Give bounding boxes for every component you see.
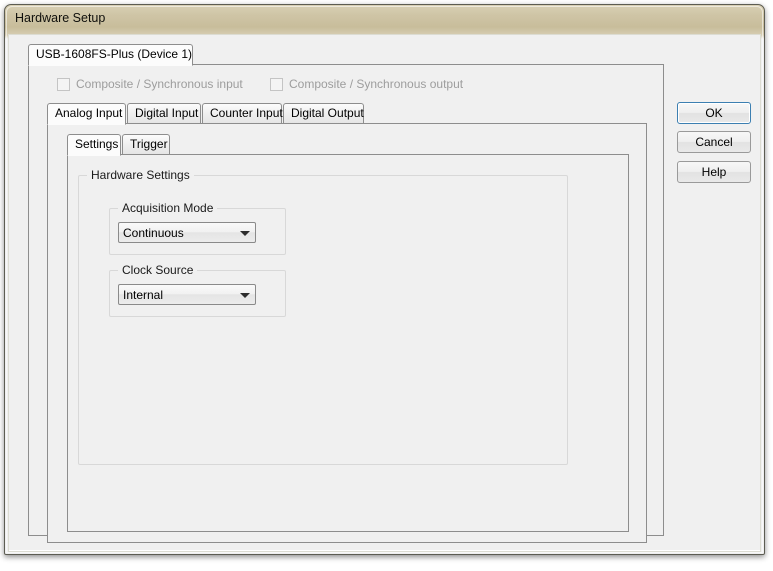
groupbox-hardware-settings: Hardware Settings Acquisition Mode Conti… (78, 168, 568, 465)
combo-value: Internal (123, 288, 164, 302)
checkbox-box-icon (270, 78, 283, 91)
combo-acquisition-mode[interactable]: Continuous (118, 222, 256, 243)
groupbox-title: Hardware Settings (87, 168, 194, 182)
checkbox-box-icon (57, 78, 70, 91)
dialog-client-area: USB-1608FS-Plus (Device 1) Composite / S… (8, 34, 761, 552)
groupbox-clock-source: Clock Source Internal (109, 263, 286, 317)
tab-counter-input[interactable]: Counter Input (202, 103, 283, 124)
checkbox-label: Composite / Synchronous output (289, 77, 464, 91)
settings-tab-control: Settings Trigger Hardware Settings Acqui… (67, 134, 629, 532)
tab-trigger[interactable]: Trigger (122, 134, 170, 155)
settings-tabstrip: Settings Trigger (67, 134, 629, 156)
groupbox-acquisition-mode: Acquisition Mode Continuous (109, 201, 286, 255)
function-tabstrip: Analog Input Digital Input Counter Input… (47, 103, 647, 125)
device-tab-panel: Composite / Synchronous input Composite … (28, 64, 664, 543)
device-tabstrip: USB-1608FS-Plus (Device 1) (28, 44, 664, 66)
help-button[interactable]: Help (677, 161, 751, 183)
chevron-down-icon[interactable] (236, 286, 254, 303)
groupbox-title: Acquisition Mode (118, 201, 218, 215)
function-tab-control: Analog Input Digital Input Counter Input… (47, 103, 647, 543)
hardware-setup-window: Hardware Setup USB-1608FS-Plus (Device 1… (4, 4, 765, 555)
ok-button[interactable]: OK (677, 102, 751, 124)
tab-settings[interactable]: Settings (67, 134, 121, 156)
cancel-button[interactable]: Cancel (677, 131, 751, 153)
chevron-down-icon[interactable] (236, 224, 254, 241)
analog-input-panel: Settings Trigger Hardware Settings Acqui… (47, 123, 647, 543)
checkbox-label: Composite / Synchronous input (76, 77, 243, 91)
device-tab-control: USB-1608FS-Plus (Device 1) Composite / S… (28, 44, 664, 543)
window-title: Hardware Setup (15, 11, 106, 25)
groupbox-title: Clock Source (118, 263, 198, 277)
tab-digital-input[interactable]: Digital Input (127, 103, 201, 124)
tab-device-usb-1608fs-plus[interactable]: USB-1608FS-Plus (Device 1) (28, 44, 193, 66)
titlebar[interactable]: Hardware Setup (5, 5, 764, 35)
settings-panel: Hardware Settings Acquisition Mode Conti… (67, 154, 629, 532)
tab-analog-input[interactable]: Analog Input (47, 103, 126, 125)
tab-digital-output[interactable]: Digital Output (283, 103, 364, 124)
combo-clock-source[interactable]: Internal (118, 284, 256, 305)
combo-value: Continuous (123, 226, 184, 240)
client-bottom-bevel (9, 550, 760, 551)
